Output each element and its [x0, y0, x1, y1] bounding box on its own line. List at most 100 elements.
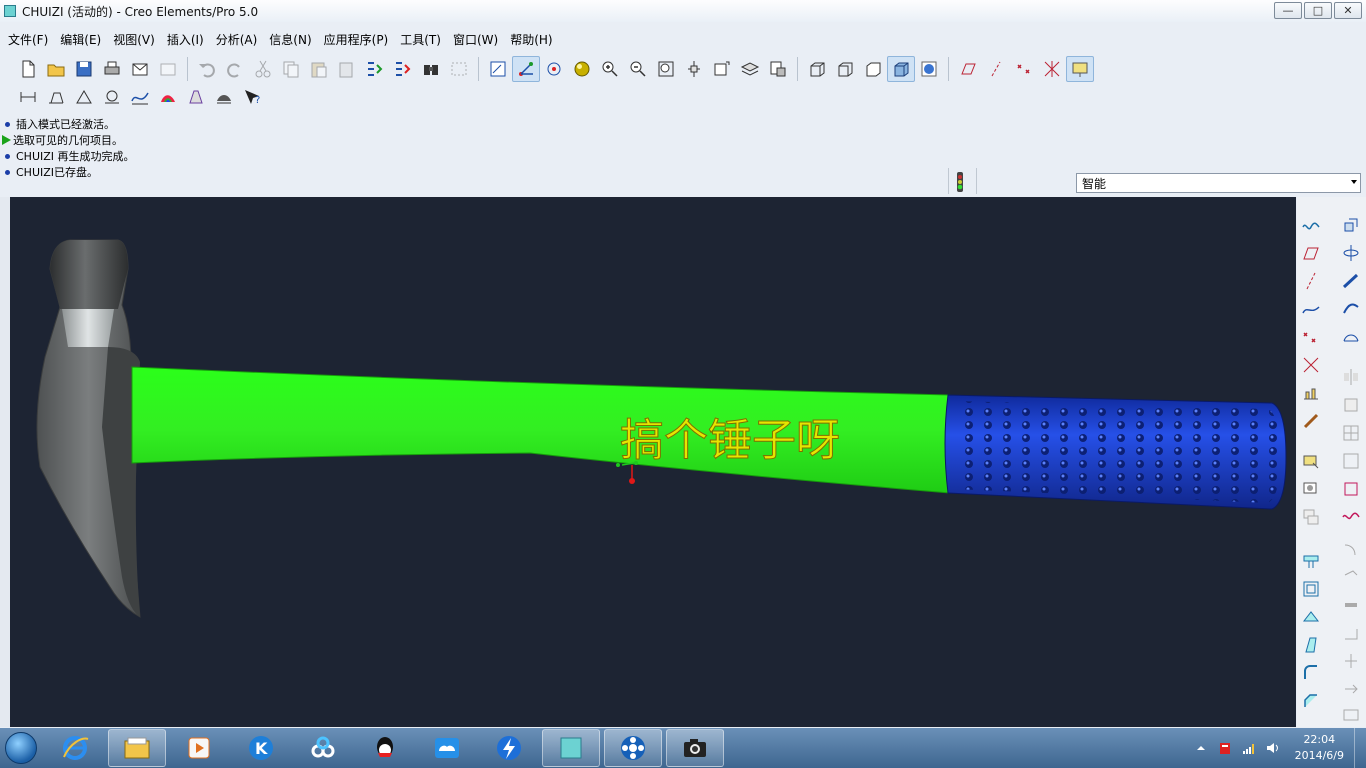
security-icon[interactable] [1217, 740, 1233, 756]
open-folder-button[interactable] [42, 56, 70, 82]
paste-special-icon[interactable] [333, 56, 361, 82]
chamfer-icon[interactable] [1299, 689, 1323, 713]
round-icon[interactable] [1299, 661, 1323, 685]
menu-analysis[interactable]: 分析(A) [210, 31, 264, 48]
model-analysis-icon[interactable] [210, 84, 238, 110]
trim-icon[interactable] [1339, 537, 1363, 561]
media-player-icon[interactable] [170, 729, 228, 767]
minimize-button[interactable]: — [1274, 2, 1302, 19]
sweep-icon[interactable] [1339, 269, 1363, 293]
menu-applications[interactable]: 应用程序(P) [318, 31, 395, 48]
rib-icon[interactable] [1299, 605, 1323, 629]
menu-window[interactable]: 窗口(W) [447, 31, 504, 48]
hidden-line-icon[interactable] [831, 56, 859, 82]
datum-points-icon[interactable] [1010, 56, 1038, 82]
datum-axes-icon[interactable] [982, 56, 1010, 82]
wrap-icon[interactable] [1339, 505, 1363, 529]
datum-curve-tool-icon[interactable] [1299, 297, 1323, 321]
refit-icon[interactable] [652, 56, 680, 82]
shell-icon[interactable] [1299, 577, 1323, 601]
image-icon[interactable] [1299, 477, 1323, 501]
menu-view[interactable]: 视图(V) [107, 31, 161, 48]
measure-distance-icon[interactable] [14, 84, 42, 110]
graphics-viewport[interactable]: 搞个锤子呀 [10, 197, 1296, 727]
datum-axis-tool-icon[interactable] [1299, 269, 1323, 293]
saved-views-icon[interactable] [708, 56, 736, 82]
surface-analysis-icon[interactable] [154, 84, 182, 110]
wireframe-icon[interactable] [803, 56, 831, 82]
maximize-button[interactable]: □ [1304, 2, 1332, 19]
clock[interactable]: 22:04 2014/6/9 [1295, 732, 1344, 764]
fill-icon[interactable] [1339, 449, 1363, 473]
regen-status-icon[interactable] [954, 171, 966, 193]
undo-button[interactable] [193, 56, 221, 82]
solidify-icon[interactable] [1339, 621, 1363, 645]
baidu-cloud-icon[interactable] [418, 729, 476, 767]
project-icon[interactable] [1339, 649, 1363, 673]
paste-icon[interactable] [305, 56, 333, 82]
cut-icon[interactable] [249, 56, 277, 82]
start-button[interactable] [0, 728, 42, 768]
zoom-out-icon[interactable] [624, 56, 652, 82]
draft-icon[interactable] [1299, 633, 1323, 657]
extend-icon[interactable] [1339, 677, 1363, 701]
enhanced-realism-icon[interactable] [915, 56, 943, 82]
volume-icon[interactable] [1265, 740, 1281, 756]
thunder-icon[interactable] [480, 729, 538, 767]
cloud-sync-icon[interactable] [294, 729, 352, 767]
selection-filter-dropdown[interactable]: 智能 [1076, 173, 1361, 193]
annotation-display-icon[interactable] [1066, 56, 1094, 82]
reorient-icon[interactable] [680, 56, 708, 82]
no-hidden-icon[interactable] [859, 56, 887, 82]
copy-icon[interactable] [277, 56, 305, 82]
redo-button[interactable] [221, 56, 249, 82]
curve-analysis-icon[interactable] [126, 84, 154, 110]
datum-point-tool-icon[interactable] [1299, 325, 1323, 349]
axis-display-icon[interactable] [512, 56, 540, 82]
more-features-icon[interactable] [1339, 703, 1363, 727]
email-link-button[interactable] [154, 56, 182, 82]
menu-edit[interactable]: 编辑(E) [54, 31, 107, 48]
email-button[interactable] [126, 56, 154, 82]
hammer-model[interactable]: 搞个锤子呀 [10, 197, 1296, 727]
sketch-tool-icon[interactable] [1299, 213, 1323, 237]
spin-center-icon[interactable] [540, 56, 568, 82]
zoom-in-icon[interactable] [596, 56, 624, 82]
close-button[interactable]: ✕ [1334, 2, 1362, 19]
measure-area-icon[interactable] [42, 84, 70, 110]
new-file-button[interactable] [14, 56, 42, 82]
network-icon[interactable] [1241, 740, 1257, 756]
mass-properties-icon[interactable] [70, 84, 98, 110]
show-hidden-icons-chevron-icon[interactable] [1193, 740, 1209, 756]
camera-icon[interactable] [666, 729, 724, 767]
coordinate-systems-icon[interactable] [1038, 56, 1066, 82]
shading-icon[interactable] [887, 56, 915, 82]
selection-box-icon[interactable] [445, 56, 473, 82]
save-button[interactable] [70, 56, 98, 82]
section-properties-icon[interactable] [98, 84, 126, 110]
menu-insert[interactable]: 插入(I) [161, 31, 210, 48]
menu-file[interactable]: 文件(F) [2, 31, 54, 48]
find-icon[interactable] [417, 56, 445, 82]
hole-icon[interactable] [1299, 549, 1323, 573]
sketch-view-icon[interactable] [484, 56, 512, 82]
boundary-blend-icon[interactable] [1339, 325, 1363, 349]
shading-sphere-icon[interactable] [568, 56, 596, 82]
mirror-icon[interactable] [1339, 365, 1363, 389]
datum-planes-icon[interactable] [954, 56, 982, 82]
menu-help[interactable]: 帮助(H) [504, 31, 558, 48]
pattern-icon[interactable] [1339, 421, 1363, 445]
extrude-icon[interactable] [1339, 213, 1363, 237]
print-button[interactable] [98, 56, 126, 82]
navigator-collapse-handle[interactable] [0, 197, 10, 727]
regen-manager-icon[interactable] [389, 56, 417, 82]
qq-icon[interactable] [356, 729, 414, 767]
chain-link-icon[interactable] [1299, 409, 1323, 433]
merge-icon[interactable] [1339, 393, 1363, 417]
thicken-icon[interactable] [1339, 593, 1363, 617]
copy-feature-icon[interactable] [1299, 505, 1323, 529]
ie-icon[interactable] [46, 729, 104, 767]
layers-icon[interactable] [736, 56, 764, 82]
intersect-icon[interactable] [1339, 477, 1363, 501]
revolve-icon[interactable] [1339, 241, 1363, 265]
